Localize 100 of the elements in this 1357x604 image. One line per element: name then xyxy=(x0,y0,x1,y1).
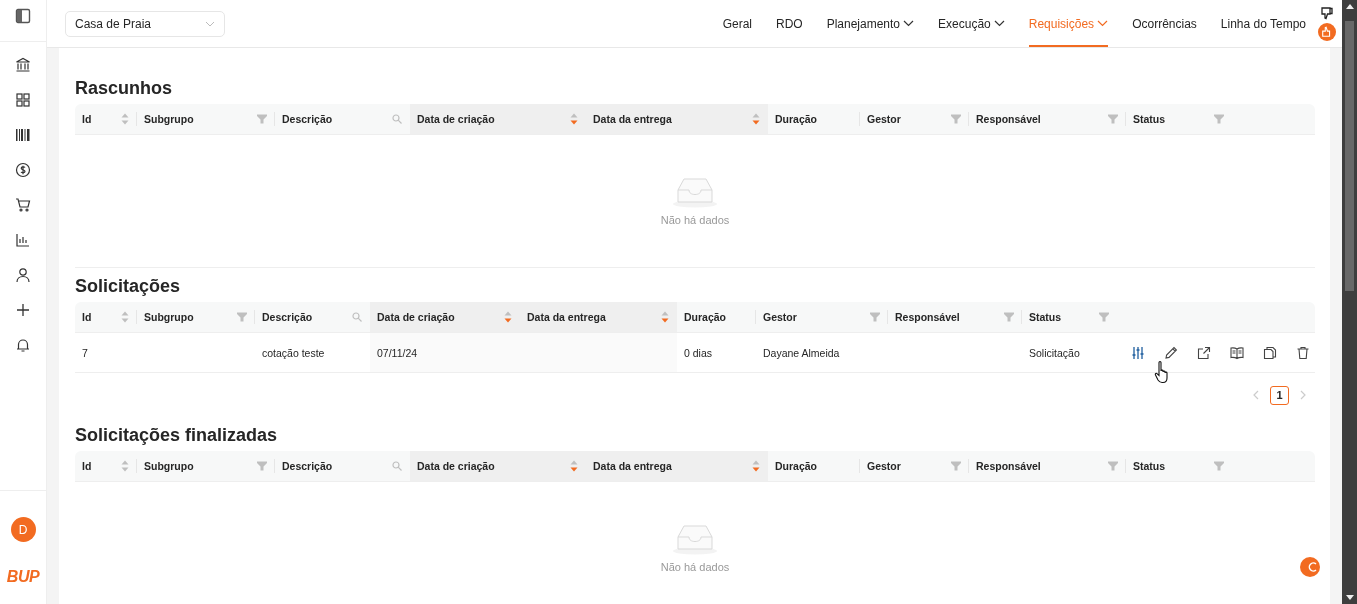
scroll-up-icon[interactable] xyxy=(1345,4,1354,9)
column-header[interactable]: Data de criação xyxy=(410,104,586,134)
column-header[interactable]: Gestor xyxy=(860,451,969,481)
nav-tab[interactable]: Planejamento xyxy=(826,0,915,47)
filter-icon[interactable] xyxy=(1108,114,1118,124)
table-cell-text: cotação teste xyxy=(261,345,326,361)
column-header[interactable]: Id xyxy=(75,451,137,481)
table-cell-text: 0 dias xyxy=(683,345,714,361)
column-header[interactable]: Duração xyxy=(768,451,860,481)
sort-icon[interactable] xyxy=(570,460,578,472)
table-cell-text: Solicitação xyxy=(1028,345,1081,361)
sort-icon[interactable] xyxy=(121,460,129,472)
plus-icon[interactable] xyxy=(15,302,31,318)
filter-icon[interactable] xyxy=(951,461,961,471)
nav-tab[interactable]: RDO xyxy=(776,0,803,47)
column-header[interactable]: Responsável xyxy=(969,451,1126,481)
nav-tab[interactable]: Geral xyxy=(722,0,752,47)
project-select[interactable]: Casa de Praia xyxy=(65,10,225,37)
column-header[interactable]: Descrição xyxy=(275,451,410,481)
empty-state-text: Não há dados xyxy=(660,214,730,226)
column-header[interactable]: Id xyxy=(75,302,137,332)
cart-icon[interactable] xyxy=(15,197,31,213)
barcode-icon[interactable] xyxy=(15,127,31,143)
filter-icon[interactable] xyxy=(1099,312,1109,322)
chevron-down-icon xyxy=(1097,20,1109,27)
filter-icon[interactable] xyxy=(1004,312,1014,322)
empty-inbox-icon xyxy=(672,523,718,555)
column-header[interactable]: Gestor xyxy=(860,104,969,134)
share-icon[interactable] xyxy=(1197,345,1211,360)
pencil-icon[interactable] xyxy=(1164,345,1178,360)
filter-icon[interactable] xyxy=(870,312,880,322)
bar-chart-icon[interactable] xyxy=(15,232,31,248)
page-button[interactable]: 1 xyxy=(1270,385,1289,405)
chevron-down-icon xyxy=(993,20,1005,27)
column-header[interactable]: Data da entrega xyxy=(586,451,768,481)
filter-icon[interactable] xyxy=(257,461,267,471)
section-title: Solicitações finalizadas xyxy=(75,424,279,447)
sort-icon[interactable] xyxy=(504,311,512,323)
search-icon[interactable] xyxy=(392,461,402,471)
sliders-icon[interactable] xyxy=(1131,345,1145,360)
next-page-icon[interactable] xyxy=(1299,390,1307,400)
chevron-down-icon xyxy=(205,20,215,27)
column-header[interactable]: Duração xyxy=(677,302,756,332)
table-cell-text: 7 xyxy=(81,345,89,361)
column-header[interactable]: Status xyxy=(1126,451,1232,481)
sidebar-toggle-icon[interactable] xyxy=(15,8,31,24)
column-header[interactable]: Responsável xyxy=(888,302,1022,332)
scroll-down-icon[interactable] xyxy=(1345,595,1354,600)
nav-tab[interactable]: Ocorrências xyxy=(1132,0,1197,47)
column-header[interactable]: Data de criação xyxy=(410,451,586,481)
filter-icon[interactable] xyxy=(237,312,247,322)
filter-icon[interactable] xyxy=(1214,461,1224,471)
section-title: Rascunhos xyxy=(75,77,174,100)
filter-icon[interactable] xyxy=(1214,114,1224,124)
column-header[interactable]: Duração xyxy=(768,104,860,134)
user-icon[interactable] xyxy=(15,267,31,283)
sort-icon[interactable] xyxy=(121,113,129,125)
column-header[interactable]: Status xyxy=(1126,104,1232,134)
column-header[interactable]: Responsável xyxy=(969,104,1126,134)
sort-icon[interactable] xyxy=(752,113,760,125)
sort-icon[interactable] xyxy=(121,311,129,323)
floating-action-button[interactable] xyxy=(1300,557,1320,577)
empty-inbox-icon xyxy=(672,176,718,208)
search-icon[interactable] xyxy=(392,114,402,124)
previous-page-icon[interactable] xyxy=(1252,390,1260,400)
grid-icon[interactable] xyxy=(15,92,31,108)
filter-icon[interactable] xyxy=(1108,461,1118,471)
bank-icon[interactable] xyxy=(15,57,31,73)
logo: BUP xyxy=(6,568,40,586)
sort-icon[interactable] xyxy=(661,311,669,323)
copy-icon[interactable] xyxy=(1263,345,1277,360)
filter-icon[interactable] xyxy=(951,114,961,124)
column-header[interactable]: Subgrupo xyxy=(137,302,255,332)
bell-icon[interactable] xyxy=(15,337,31,353)
empty-state-text: Não há dados xyxy=(660,561,730,573)
sort-icon[interactable] xyxy=(570,113,578,125)
column-header[interactable]: Data da entrega xyxy=(586,104,768,134)
column-header[interactable]: Subgrupo xyxy=(137,451,275,481)
sort-icon[interactable] xyxy=(752,460,760,472)
column-header[interactable]: Descrição xyxy=(275,104,410,134)
column-header[interactable]: Status xyxy=(1022,302,1117,332)
book-icon[interactable] xyxy=(1230,345,1244,360)
column-header[interactable]: Data da entrega xyxy=(520,302,677,332)
column-header[interactable]: Id xyxy=(75,104,137,134)
nav-tab[interactable]: Execução xyxy=(938,0,1005,47)
table-cell-text: Dayane Almeida xyxy=(762,345,841,361)
column-header[interactable]: Subgrupo xyxy=(137,104,275,134)
thumbs-down-icon[interactable] xyxy=(1320,6,1334,20)
dollar-icon[interactable] xyxy=(15,162,31,178)
nav-tab[interactable]: Linha do Tempo xyxy=(1220,0,1306,47)
filter-icon[interactable] xyxy=(257,114,267,124)
scrollbar[interactable] xyxy=(1342,0,1357,604)
search-icon[interactable] xyxy=(352,312,362,322)
column-header[interactable]: Gestor xyxy=(756,302,888,332)
section-title: Solicitações xyxy=(75,275,182,298)
trash-icon[interactable] xyxy=(1296,345,1310,360)
chevron-down-icon xyxy=(903,20,915,27)
column-header[interactable]: Descrição xyxy=(255,302,370,332)
column-header[interactable]: Data de criação xyxy=(370,302,520,332)
table-cell: 07/11/24 xyxy=(370,333,520,372)
